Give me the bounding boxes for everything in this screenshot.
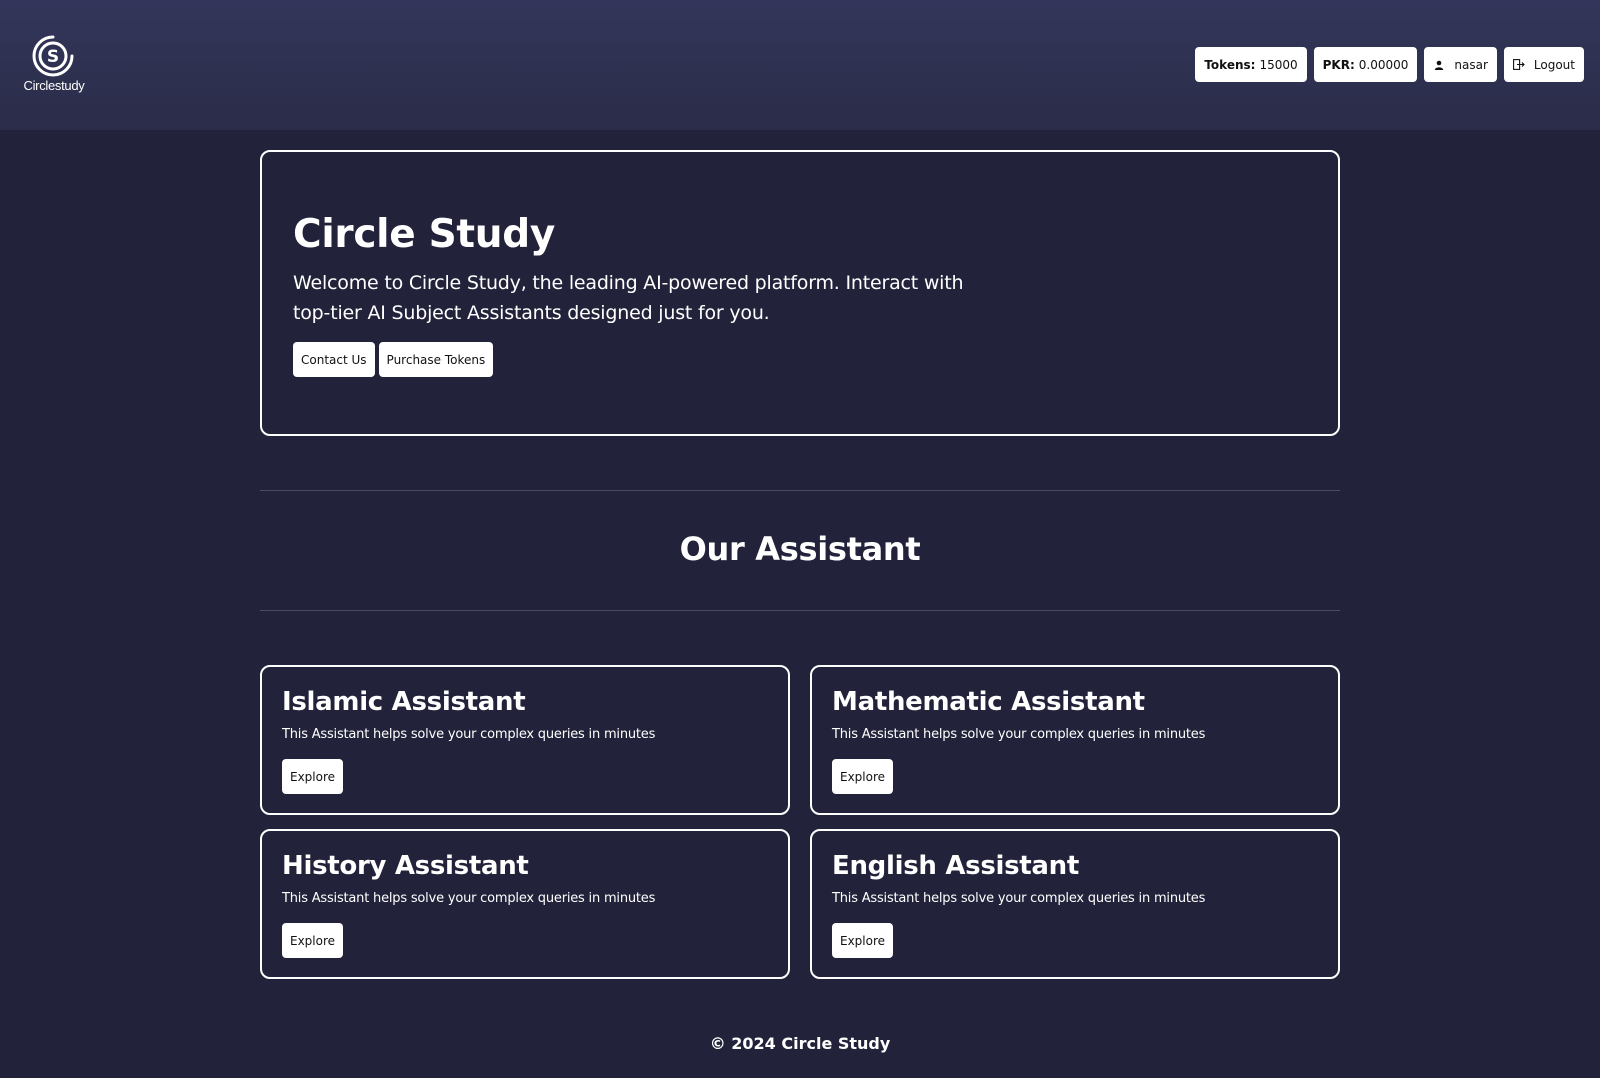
logout-icon — [1512, 59, 1525, 71]
contact-us-button[interactable]: Contact Us — [293, 342, 375, 377]
assistant-card-english: English Assistant This Assistant helps s… — [810, 829, 1340, 979]
assistant-title: Mathematic Assistant — [832, 687, 1145, 717]
tokens-label: Tokens: — [1204, 57, 1256, 72]
footer-copyright: © 2024 Circle Study — [709, 1034, 891, 1053]
logout-label: Logout — [1533, 57, 1575, 72]
purchase-tokens-button[interactable]: Purchase Tokens — [378, 342, 494, 377]
tokens-badge: Tokens: 15000 — [1195, 47, 1307, 82]
section-title: Our Assistant — [679, 530, 921, 568]
hero-title: Circle Study — [293, 212, 555, 257]
logout-button[interactable]: Logout — [1503, 47, 1584, 82]
assistant-description: This Assistant helps solve your complex … — [832, 891, 1206, 906]
pkr-badge: PKR: 0.00000 — [1313, 47, 1418, 82]
pkr-value: 0.00000 — [1358, 57, 1409, 72]
svg-text:S: S — [47, 47, 59, 67]
assistant-card-islamic: Islamic Assistant This Assistant helps s… — [260, 665, 790, 815]
account-toolbar: Tokens: 15000 PKR: 0.00000 nasar Logout — [1195, 47, 1584, 82]
circlestudy-logo[interactable]: S Circlestudy — [18, 34, 90, 96]
assistant-description: This Assistant helps solve your complex … — [832, 727, 1206, 742]
logo-text: Circlestudy — [23, 78, 85, 93]
hero-buttons: Contact Us Purchase Tokens — [293, 342, 494, 377]
explore-button[interactable]: Explore — [832, 759, 894, 794]
user-icon — [1433, 59, 1445, 71]
hero-card: Circle Study Welcome to Circle Study, th… — [260, 150, 1340, 436]
logo-icon: S — [32, 35, 74, 77]
user-button[interactable]: nasar — [1424, 47, 1497, 82]
hero-description: Welcome to Circle Study, the leading AI-… — [293, 272, 964, 324]
section-divider-top — [260, 490, 1340, 491]
pkr-label: PKR: — [1322, 57, 1355, 72]
explore-button[interactable]: Explore — [282, 923, 344, 958]
assistant-title: English Assistant — [832, 851, 1080, 881]
assistant-title: Islamic Assistant — [282, 687, 526, 717]
explore-button[interactable]: Explore — [282, 759, 344, 794]
assistant-description: This Assistant helps solve your complex … — [282, 891, 656, 906]
explore-button[interactable]: Explore — [832, 923, 894, 958]
tokens-value: 15000 — [1259, 57, 1298, 72]
assistant-card-history: History Assistant This Assistant helps s… — [260, 829, 790, 979]
username-label: nasar — [1454, 57, 1488, 72]
top-header: S Circlestudy Tokens: 15000 PKR: 0.00000… — [0, 0, 1600, 130]
section-divider-bottom — [260, 610, 1340, 611]
assistant-description: This Assistant helps solve your complex … — [282, 727, 656, 742]
assistant-title: History Assistant — [282, 851, 529, 881]
assistant-card-mathematic: Mathematic Assistant This Assistant help… — [810, 665, 1340, 815]
